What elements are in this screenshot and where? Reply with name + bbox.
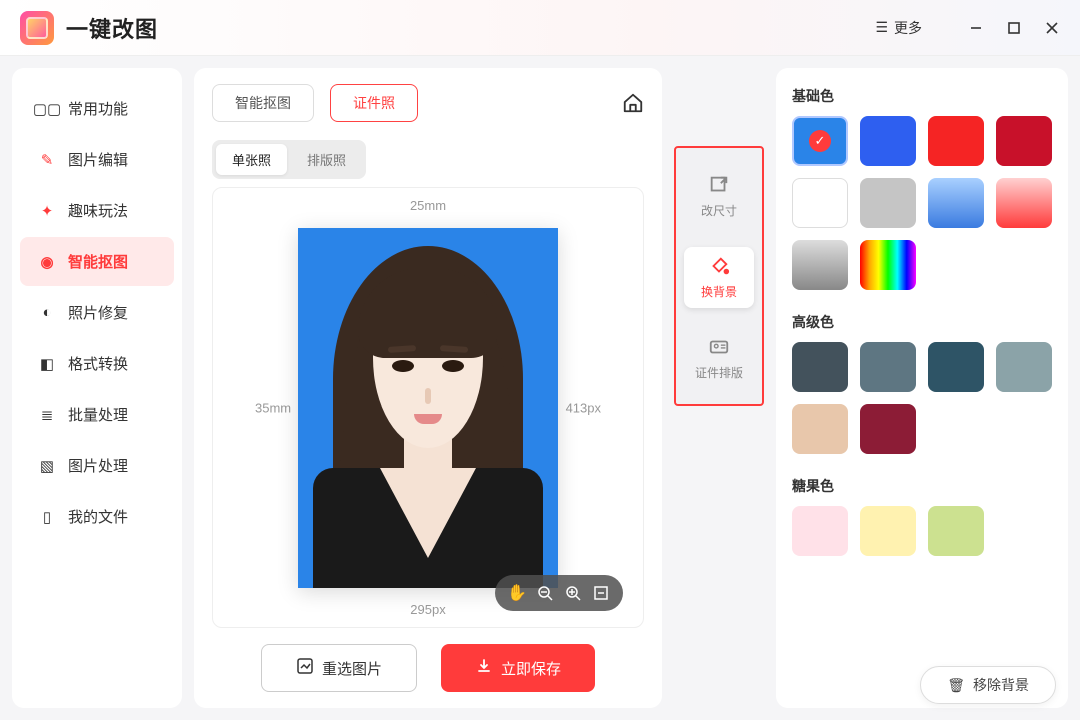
color-swatch[interactable] [792,178,848,228]
workspace-top-bar: 智能抠图 证件照 [212,84,644,122]
canvas-area: 25mm 295px 35mm 413px ✋ [212,187,644,628]
file-icon: ▯ [38,508,56,526]
color-swatch[interactable] [996,342,1052,392]
color-swatch-rainbow[interactable] [860,240,916,290]
color-swatch[interactable] [860,404,916,454]
sidebar: ▢▢常用功能 ✎图片编辑 ✦趣味玩法 ◉智能抠图 ◐照片修复 ◧格式转换 ≣批量… [12,68,182,708]
color-swatch[interactable] [860,342,916,392]
sidebar-item-common-functions[interactable]: ▢▢常用功能 [20,84,174,133]
edit-icon: ✎ [38,151,56,169]
convert-icon: ◧ [38,355,56,373]
close-button[interactable] [1044,20,1060,36]
layers-icon: ≣ [38,406,56,424]
color-swatch[interactable] [996,116,1052,166]
workspace: 智能抠图 证件照 单张照 排版照 25mm 295px 35mm 413px [194,68,662,708]
rail-item-id-layout[interactable]: 证件排版 [684,328,754,389]
image-swap-icon [296,657,314,679]
sidebar-item-my-files[interactable]: ▯我的文件 [20,492,174,541]
view-tabs: 单张照 排版照 [212,140,366,179]
app-title: 一键改图 [66,12,158,44]
tab-smart-cutout[interactable]: 智能抠图 [212,84,314,122]
tab-id-photo[interactable]: 证件照 [330,84,418,122]
app-logo-icon [20,11,54,45]
dimension-left: 35mm [255,400,291,415]
canvas-toolbar: ✋ [495,575,623,611]
color-swatch[interactable] [928,342,984,392]
rail-item-resize[interactable]: 改尺寸 [684,166,754,227]
candy-color-swatches [792,506,1052,556]
resize-icon [708,174,730,196]
reselect-image-button[interactable]: 重选图片 [261,644,417,692]
sidebar-item-batch[interactable]: ≣批量处理 [20,390,174,439]
section-title-candy: 糖果色 [792,476,1052,496]
id-card-icon [708,336,730,358]
home-button[interactable] [622,92,644,114]
id-photo-preview[interactable] [298,228,558,588]
remove-background-button[interactable]: 🗑 移除背景 [920,666,1056,704]
maximize-button[interactable] [1006,20,1022,36]
download-icon [475,657,493,679]
section-title-basic: 基础色 [792,86,1052,106]
section-title-advanced: 高级色 [792,312,1052,332]
minimize-button[interactable] [968,20,984,36]
tool-rail: 改尺寸 换背景 证件排版 [674,146,764,406]
grid-icon: ▢▢ [38,100,56,118]
sidebar-item-image-process[interactable]: ▧图片处理 [20,441,174,490]
image-icon: ▧ [38,457,56,475]
trash-icon: 🗑 [947,677,965,694]
rail-item-change-bg[interactable]: 换背景 [684,247,754,308]
zoom-in-button[interactable] [561,581,585,605]
color-swatch[interactable] [792,404,848,454]
dimension-top: 25mm [410,198,446,213]
hamburger-icon: ☰ [875,19,888,36]
sparkle-icon: ✦ [38,202,56,220]
magic-icon: ◐ [38,304,56,322]
more-menu-button[interactable]: ☰ 更多 [875,18,922,38]
advanced-color-swatches [792,342,1052,454]
sidebar-item-smart-cutout[interactable]: ◉智能抠图 [20,237,174,286]
zoom-out-button[interactable] [533,581,557,605]
color-swatch[interactable] [996,178,1052,228]
check-icon: ✓ [809,130,831,152]
target-icon: ◉ [38,253,56,271]
titlebar: 一键改图 ☰ 更多 [0,0,1080,56]
color-swatch[interactable] [792,506,848,556]
paint-bucket-icon [708,255,730,277]
more-label: 更多 [894,18,922,38]
color-swatch[interactable] [792,240,848,290]
color-swatch[interactable]: ✓ [792,116,848,166]
sidebar-item-image-edit[interactable]: ✎图片编辑 [20,135,174,184]
fit-screen-button[interactable] [589,581,613,605]
color-swatch[interactable] [860,506,916,556]
sidebar-item-format-convert[interactable]: ◧格式转换 [20,339,174,388]
color-swatch[interactable] [792,342,848,392]
color-swatch[interactable] [928,178,984,228]
bottom-actions: 重选图片 立即保存 [212,644,644,692]
color-swatch[interactable] [860,116,916,166]
sidebar-item-photo-repair[interactable]: ◐照片修复 [20,288,174,337]
save-now-button[interactable]: 立即保存 [441,644,595,692]
dimension-right: 413px [566,400,601,415]
color-swatch[interactable] [928,506,984,556]
view-tab-single[interactable]: 单张照 [216,144,287,175]
sidebar-item-fun-play[interactable]: ✦趣味玩法 [20,186,174,235]
pan-tool-button[interactable]: ✋ [505,581,529,605]
view-tab-layout[interactable]: 排版照 [291,144,362,175]
color-swatch[interactable] [860,178,916,228]
dimension-bottom: 295px [410,602,445,617]
basic-color-swatches: ✓ [792,116,1052,290]
color-swatch[interactable] [928,116,984,166]
right-panel: 基础色 ✓ 高级色 糖果色 [776,68,1068,708]
